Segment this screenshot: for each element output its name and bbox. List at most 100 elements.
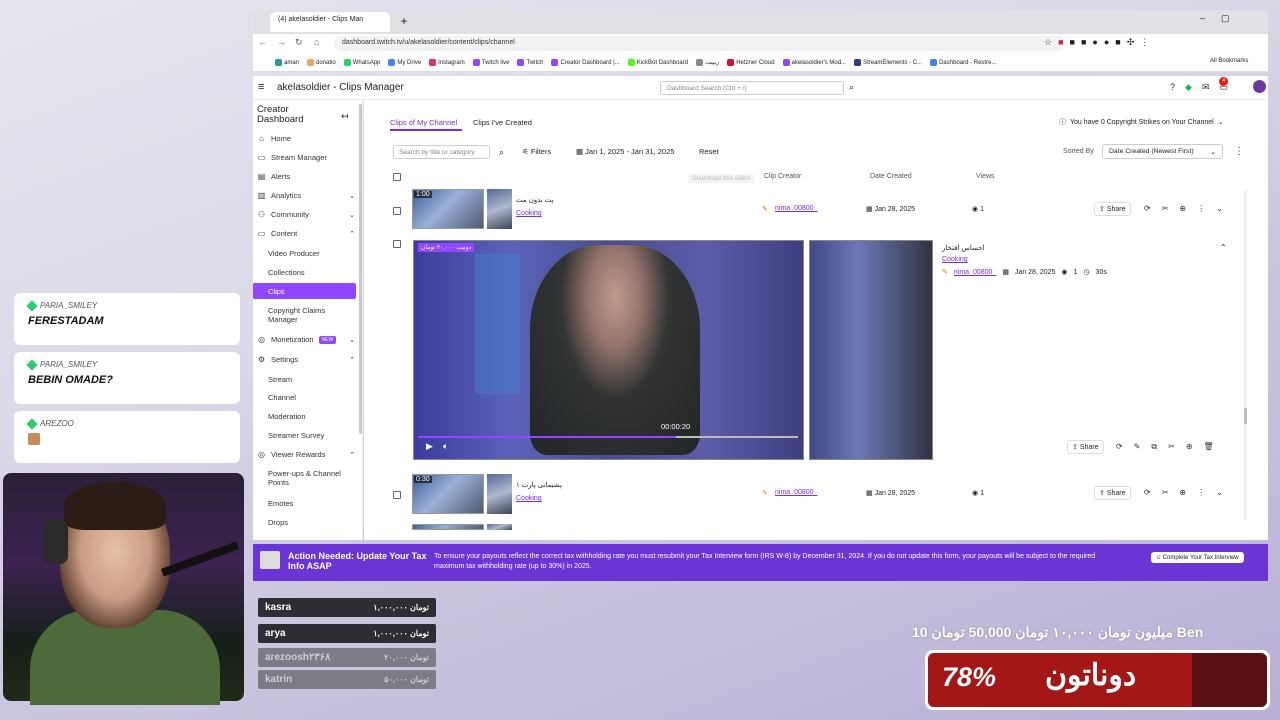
minimize-icon[interactable]: – xyxy=(1200,13,1205,24)
convert-icon[interactable]: ⟳ xyxy=(1144,204,1151,213)
bits-icon[interactable]: ◆ xyxy=(1185,82,1192,93)
sidebar-item-copyright-claims[interactable]: Copyright Claims Manager xyxy=(268,306,353,324)
more-options-icon[interactable]: ⋮ xyxy=(1197,204,1205,213)
share-button[interactable]: ⇪ Share xyxy=(1094,202,1131,216)
bookmark[interactable]: Twitch live xyxy=(472,59,509,66)
inbox-icon[interactable]: ✉ xyxy=(1202,82,1210,93)
clip-category[interactable]: Cooking xyxy=(516,210,542,217)
sidebar-item-drops[interactable]: Drops xyxy=(268,518,353,527)
bookmark[interactable]: Hetzner Cloud xyxy=(727,59,775,66)
scissors-icon[interactable]: ✂ xyxy=(1162,204,1169,213)
more-options-icon[interactable]: ⋮ xyxy=(1234,146,1244,157)
vertical-preview[interactable] xyxy=(809,240,933,460)
avatar[interactable] xyxy=(1253,80,1266,93)
sidebar-item-community[interactable]: ⚇ Community ⌄ xyxy=(257,210,355,219)
bookmark[interactable]: StreamElements - C... xyxy=(854,59,922,66)
bookmark[interactable]: Instagram xyxy=(429,59,465,66)
url-bar[interactable]: dashboard.twitch.tv/u/akelasoldier/conte… xyxy=(334,36,1064,51)
trash-icon[interactable]: 🗑︎ xyxy=(1204,442,1214,452)
bookmark[interactable]: زیپیت xyxy=(696,59,719,66)
select-all-checkbox[interactable] xyxy=(393,173,401,181)
sidebar-item-emotes[interactable]: Emotes xyxy=(268,499,353,508)
chevron-down-icon[interactable]: ⌄ xyxy=(1216,488,1223,497)
clip-creator[interactable]: nima_00800_ xyxy=(775,489,817,496)
sidebar-item-home[interactable]: ⌂ Home xyxy=(257,134,355,143)
download-icon[interactable]: ⊕ xyxy=(1186,442,1193,452)
sort-select[interactable]: Date Created (Newest First) ⌄ xyxy=(1102,144,1223,159)
sidebar-item-settings[interactable]: ⚙ Settings ⌃ xyxy=(257,355,355,364)
tab-clips-ive-created[interactable]: Clips I've Created xyxy=(473,118,532,127)
complete-tax-interview-button[interactable]: ✩ Complete Your Tax Interview xyxy=(1151,552,1244,563)
sidebar-item-moderation[interactable]: Moderation xyxy=(268,412,353,421)
sidebar-item-monetization[interactable]: ◎ Monetization NEW ⌄ xyxy=(257,335,355,344)
scissors-icon[interactable]: ✂ xyxy=(1168,442,1175,452)
edit-icon[interactable]: ✎ xyxy=(1134,442,1141,452)
search-icon[interactable]: ⌕ xyxy=(499,147,504,158)
maximize-icon[interactable]: ▢ xyxy=(1221,13,1230,24)
clip-creator[interactable]: nima_00800_ xyxy=(775,205,817,212)
extension-icon[interactable]: ■ xyxy=(1081,37,1086,48)
help-icon[interactable]: ? xyxy=(1170,82,1175,93)
bookmark[interactable]: Creator Dashboard |... xyxy=(551,59,620,66)
sidebar-item-stream-manager[interactable]: ▭ Stream Manager xyxy=(257,153,355,162)
star-icon[interactable]: ☆ xyxy=(1044,37,1052,48)
sidebar-scrollbar[interactable] xyxy=(359,104,362,434)
sidebar-item-stream[interactable]: Stream xyxy=(268,375,353,384)
row-checkbox[interactable] xyxy=(393,491,401,499)
extension-icon[interactable]: ■ xyxy=(1058,37,1063,48)
date-range-button[interactable]: ▦ Jan 1, 2025 - Jan 31, 2025 xyxy=(576,147,674,156)
new-tab-icon[interactable]: + xyxy=(396,13,412,29)
chevron-up-icon[interactable]: ⌃ xyxy=(1220,243,1227,252)
clip-title[interactable]: پشیمانی پارت ۱ xyxy=(516,481,562,489)
copyright-strikes-dropdown[interactable]: ⓘ You have 0 Copyright Strikes on Your Ch… xyxy=(1059,117,1224,127)
tab-clips-of-my-channel[interactable]: Clips of My Channel xyxy=(390,118,457,127)
extension-icon[interactable]: ■ xyxy=(1070,37,1075,48)
bookmark[interactable]: donatio xyxy=(307,59,336,66)
sidebar-item-collections[interactable]: Collections xyxy=(268,268,353,277)
sidebar-item-powerups[interactable]: Power-ups & Channel Points xyxy=(268,469,353,487)
sidebar-item-viewer-rewards[interactable]: ◎ Viewer Rewards ⌃ xyxy=(257,450,355,459)
main-scrollbar[interactable] xyxy=(1244,190,1247,520)
download-icon[interactable]: ⊕ xyxy=(1179,488,1186,497)
clip-title[interactable]: پت بدون مت xyxy=(516,196,553,204)
bookmark[interactable]: Twitch xyxy=(517,59,543,66)
clip-category[interactable]: Cooking xyxy=(516,495,542,502)
menu-icon[interactable]: ⋮ xyxy=(1140,37,1149,48)
more-options-icon[interactable]: ⋮ xyxy=(1197,488,1205,497)
clip-thumbnail-vertical[interactable] xyxy=(487,474,512,514)
browser-tab[interactable]: (4) akelasoldier - Clips Man xyxy=(270,12,390,32)
chevron-down-icon[interactable]: ⌄ xyxy=(1216,204,1223,213)
forward-icon[interactable]: → xyxy=(277,37,286,47)
bookmark[interactable]: Dashboard - Restre... xyxy=(930,59,996,66)
clip-thumbnail[interactable] xyxy=(412,524,484,530)
row-checkbox[interactable] xyxy=(393,240,401,248)
column-clip-creator[interactable]: Clip Creator xyxy=(764,173,801,180)
dashboard-search-input[interactable]: Dashboard Search (Ctrl + /) xyxy=(660,81,844,95)
clip-category[interactable]: Cooking xyxy=(942,256,968,263)
open-icon[interactable]: ⧉ xyxy=(1151,442,1157,452)
all-bookmarks[interactable]: All Bookmarks xyxy=(1210,58,1248,64)
play-icon[interactable]: ▶ xyxy=(426,441,433,452)
clip-thumbnail-vertical[interactable] xyxy=(487,524,512,530)
reset-button[interactable]: Reset xyxy=(699,147,719,156)
bookmark[interactable]: KickBot Dashboard xyxy=(627,59,688,66)
row-checkbox[interactable] xyxy=(393,207,401,215)
reload-icon[interactable]: ↻ xyxy=(295,37,303,48)
volume-icon[interactable]: 🔈︎ xyxy=(443,441,448,452)
bookmark[interactable]: akelasoldier's Mod... xyxy=(782,59,846,66)
scissors-icon[interactable]: ✂ xyxy=(1162,488,1169,497)
convert-icon[interactable]: ⟳ xyxy=(1144,488,1151,497)
share-button[interactable]: ⇪ Share xyxy=(1067,440,1104,454)
share-button[interactable]: ⇪ Share xyxy=(1094,486,1131,500)
sidebar-item-video-producer[interactable]: Video Producer xyxy=(268,249,353,258)
home-icon[interactable]: ⌂ xyxy=(314,37,319,47)
clip-thumbnail-vertical[interactable] xyxy=(487,189,512,229)
clip-creator[interactable]: nima_00800_ xyxy=(954,269,996,276)
column-views[interactable]: Views xyxy=(976,173,995,180)
sidebar-item-analytics[interactable]: ▥ Analytics ⌄ xyxy=(257,191,355,200)
filters-button[interactable]: ⚟ Filters xyxy=(522,147,551,156)
back-icon[interactable]: ← xyxy=(258,37,267,47)
download-icon[interactable]: ⊕ xyxy=(1179,204,1186,213)
clip-search-input[interactable]: Search by title or category xyxy=(393,145,490,159)
collapse-sidebar-icon[interactable]: ↤ xyxy=(341,111,349,122)
